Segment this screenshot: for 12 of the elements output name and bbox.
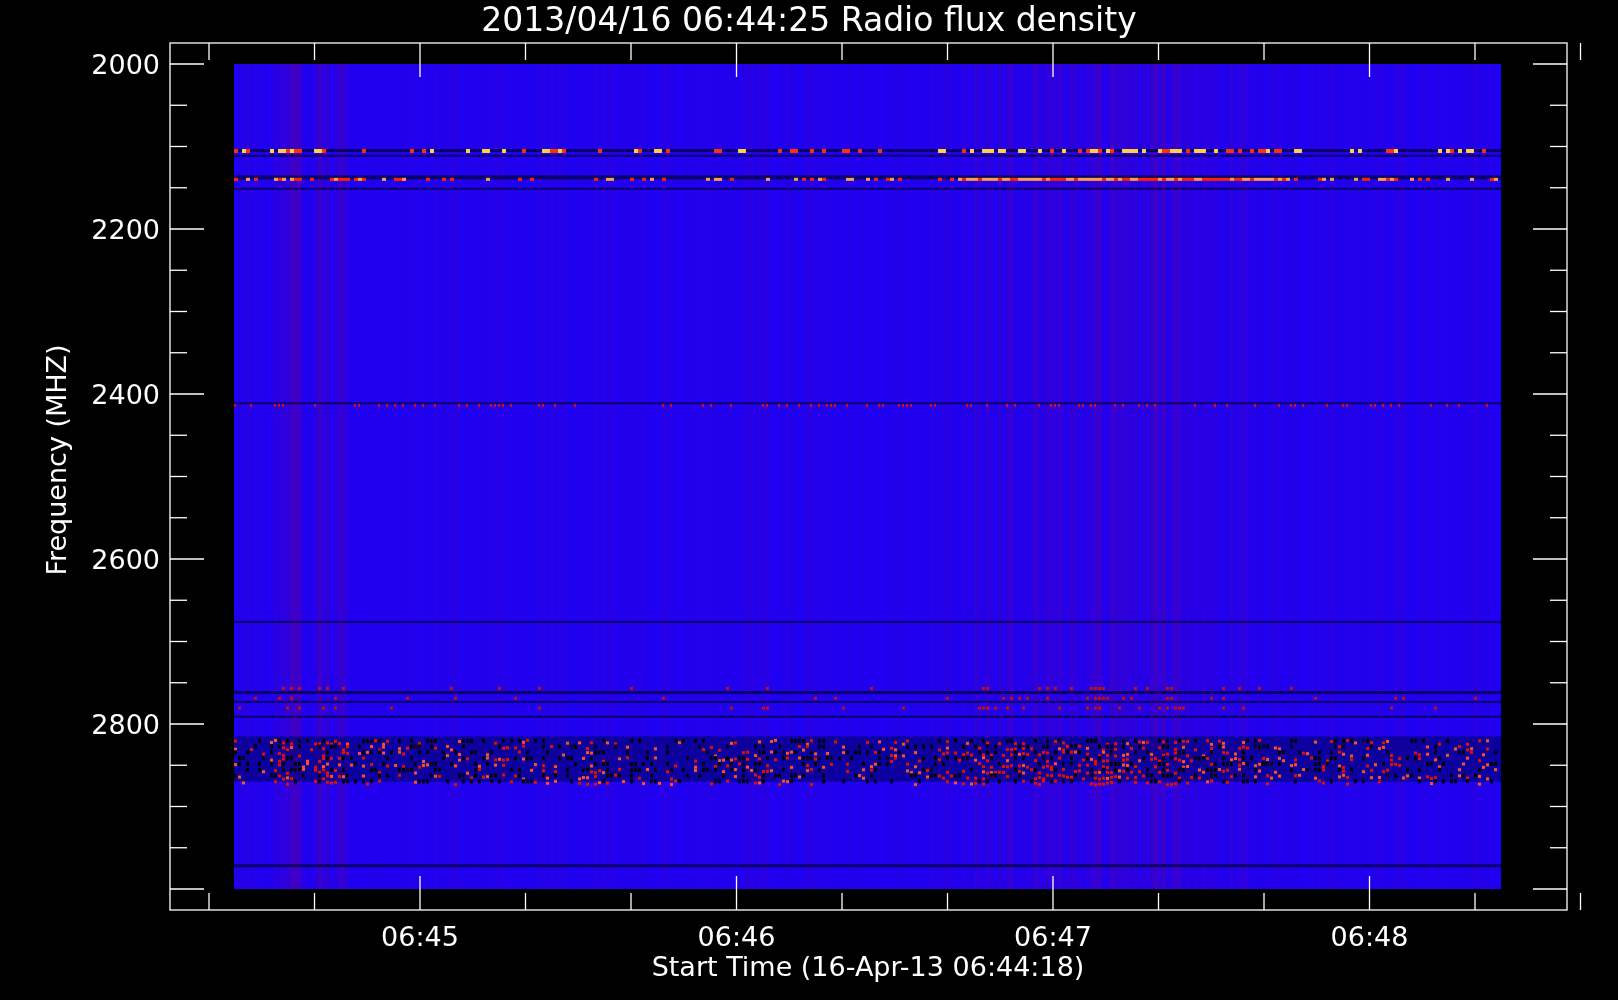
x-tick-label: 06:48 (1330, 921, 1409, 952)
y-tick-label: 2800 (91, 709, 160, 740)
chart-title: 2013/04/16 06:44:25 Radio flux density (481, 0, 1137, 39)
x-tick-label: 06:47 (1014, 921, 1092, 952)
y-tick-label: 2600 (91, 544, 160, 575)
x-tick-label: 06:46 (697, 921, 776, 952)
y-tick-label: 2200 (91, 214, 160, 245)
y-tick-label: 2000 (91, 49, 160, 80)
y-axis-label: Frequency (MHZ) (41, 344, 72, 576)
y-tick-label: 2400 (91, 379, 160, 410)
x-axis-label: Start Time (16-Apr-13 06:44:18) (651, 951, 1085, 982)
x-tick-label: 06:45 (381, 921, 459, 952)
